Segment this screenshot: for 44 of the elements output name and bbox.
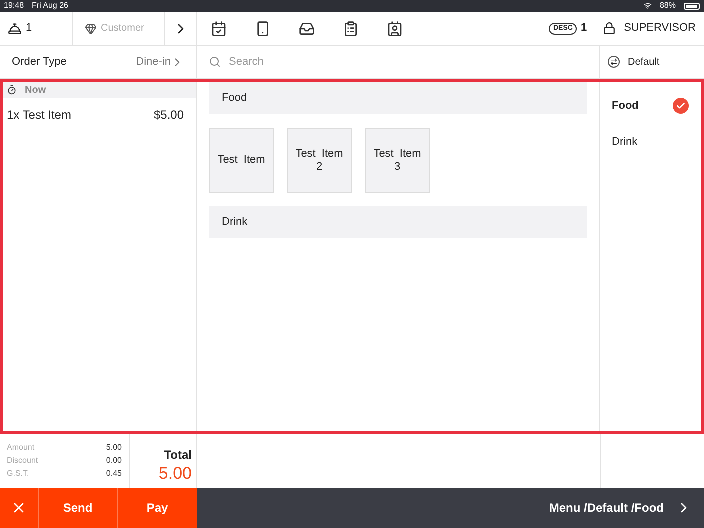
battery-icon [684, 2, 700, 10]
total-value: 0.45 [106, 469, 122, 479]
total-value: 0.00 [106, 456, 122, 466]
diamond-icon [85, 22, 97, 34]
category-item[interactable]: Food [600, 88, 701, 124]
order-line[interactable]: 1x Test Item $5.00 [3, 98, 196, 132]
phone-icon[interactable] [255, 20, 271, 36]
search-icon [209, 56, 221, 68]
search-input[interactable]: Search [229, 54, 587, 70]
wifi-icon [644, 2, 652, 10]
clock: 19:48 [4, 0, 24, 12]
date: Fri Aug 26 [32, 0, 68, 12]
guests-button[interactable]: 1 [0, 12, 73, 45]
total-label: Total [164, 447, 192, 464]
total-label: G.S.T. [7, 469, 30, 479]
tray-icon[interactable] [299, 20, 315, 36]
breadcrumb-link[interactable]: Menu /Default /Food [549, 488, 704, 528]
order-type-button[interactable]: Order Type Dine-in [0, 46, 197, 78]
lock-icon [603, 22, 616, 35]
battery-percent: 88% [660, 0, 676, 12]
contact-icon[interactable] [387, 20, 403, 36]
calendar-icon[interactable] [211, 20, 227, 36]
product-tile[interactable]: Test Item 3 [365, 128, 430, 193]
section-header: Drink [209, 206, 587, 238]
total-label: Amount [7, 443, 36, 453]
total-value: 5.00 [106, 443, 122, 453]
timer-icon [7, 85, 17, 95]
menu-selector-button[interactable]: Default [600, 46, 704, 78]
total-label: Discount [7, 456, 40, 466]
section-header: Food [209, 82, 587, 114]
total-amount: 5.00 [158, 464, 192, 484]
check-icon [673, 98, 689, 114]
user-name: SUPERVISOR [624, 21, 696, 36]
category-item[interactable]: Drink [600, 124, 701, 160]
bell-icon [8, 22, 22, 36]
course-header: Now [3, 82, 196, 98]
swap-icon [608, 56, 620, 68]
sort-count: 1 [580, 21, 588, 36]
product-tile[interactable]: Test Item [209, 128, 274, 193]
send-button[interactable]: Send [39, 488, 118, 528]
product-tile[interactable]: Test Item 2 [287, 128, 352, 193]
search-field[interactable]: Search [197, 46, 600, 78]
clipboard-icon[interactable] [343, 20, 359, 36]
pay-button[interactable]: Pay [118, 488, 197, 528]
